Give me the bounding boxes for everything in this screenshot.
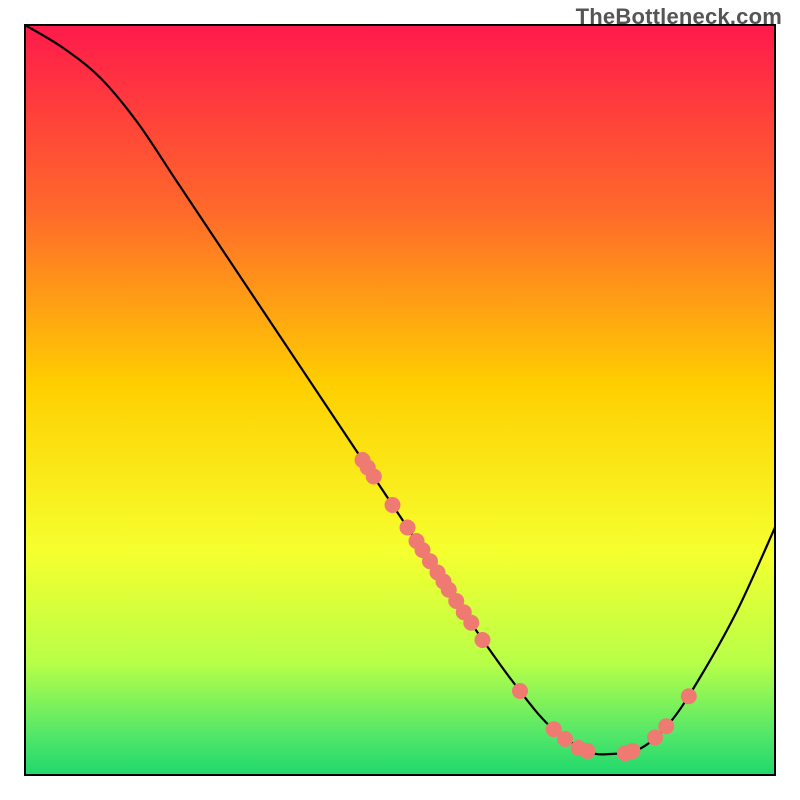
chart-container: TheBottleneck.com [0, 0, 800, 800]
scatter-dot [625, 743, 641, 759]
plot-background [25, 25, 775, 775]
bottleneck-curve-chart [24, 24, 776, 776]
scatter-dot [580, 743, 596, 759]
scatter-dot [385, 497, 401, 513]
scatter-dot [400, 520, 416, 536]
scatter-dot [512, 683, 528, 699]
scatter-dot [366, 469, 382, 485]
scatter-dot [658, 718, 674, 734]
scatter-dot [681, 688, 697, 704]
scatter-dot [557, 731, 573, 747]
scatter-dot [475, 632, 491, 648]
scatter-dot [463, 615, 479, 631]
